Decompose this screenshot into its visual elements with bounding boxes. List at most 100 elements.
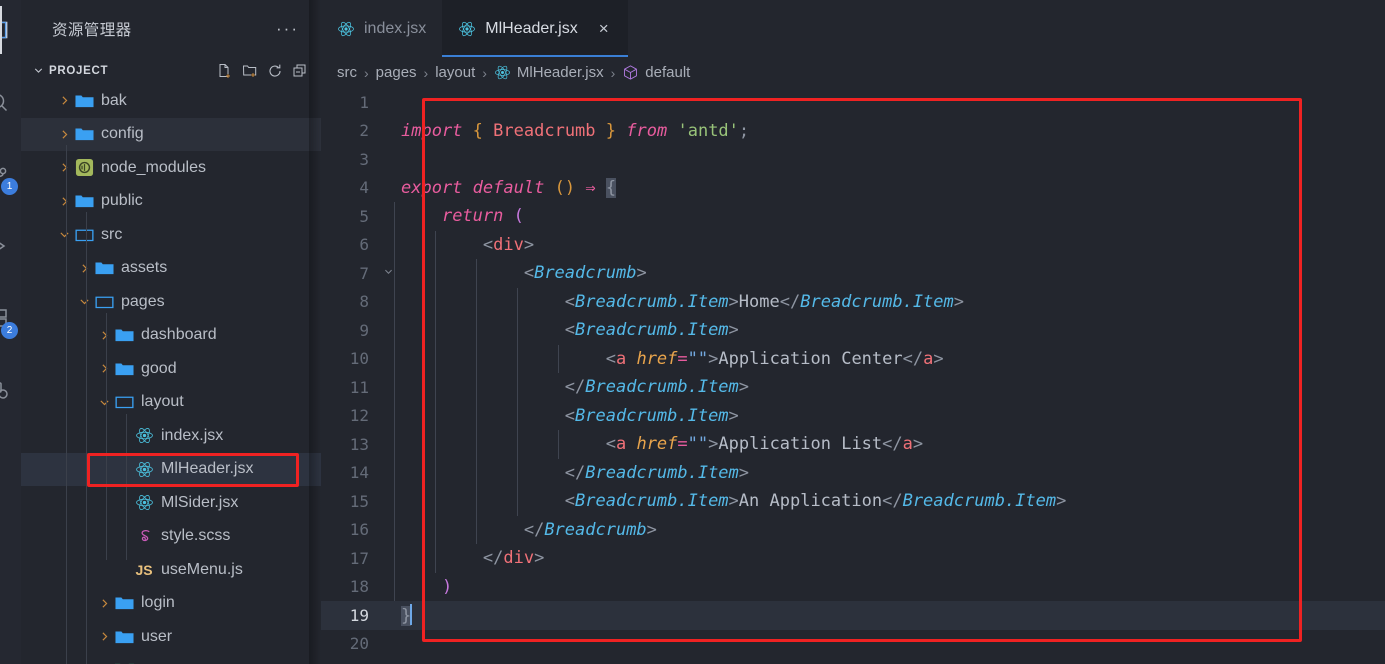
folder-icon xyxy=(73,124,95,144)
explorer-sidebar: 资源管理器 ··· PROJECT bak config node_module… xyxy=(21,0,321,664)
sidebar-more-actions-icon[interactable]: ··· xyxy=(276,20,303,37)
breadcrumb-separator-icon: › xyxy=(482,64,487,81)
code-line[interactable]: 9 <Breadcrumb.Item> xyxy=(321,316,1385,345)
tree-twisty-spacer xyxy=(116,495,133,511)
code-line[interactable]: 11 </Breadcrumb.Item> xyxy=(321,373,1385,402)
code-line[interactable]: 4 export default () ⇒ { xyxy=(321,174,1385,203)
code-indent-guide xyxy=(517,316,518,345)
code-line[interactable]: 13 <a href="">Application List</a> xyxy=(321,430,1385,459)
tree-item-label: assets xyxy=(121,259,168,277)
code-line[interactable]: 14 </Breadcrumb.Item> xyxy=(321,458,1385,487)
code-text: <div> xyxy=(397,235,1385,255)
code-token: > xyxy=(708,348,719,369)
code-token: = xyxy=(677,348,688,369)
code-text: </div> xyxy=(397,548,1385,568)
breadcrumb-segment-mlheader-jsx[interactable]: MlHeader.jsx xyxy=(494,64,604,82)
breadcrumb-segment-pages[interactable]: pages xyxy=(376,64,417,81)
editor-tabbar: index.jsx MlHeader.jsx × xyxy=(321,0,1385,57)
code-indent-guide xyxy=(394,572,395,601)
chevron-right-icon[interactable] xyxy=(96,595,113,611)
line-number: 15 xyxy=(349,491,369,511)
code-token: > xyxy=(646,519,657,540)
code-line[interactable]: 20 xyxy=(321,630,1385,659)
code-token: div xyxy=(503,548,535,569)
editor-tab-index-jsx[interactable]: index.jsx xyxy=(321,0,443,57)
folder-open-icon xyxy=(73,225,95,245)
code-text: import { Breadcrumb } from 'antd'; xyxy=(397,121,1385,141)
collapse-all-icon[interactable] xyxy=(292,63,308,79)
chevron-right-icon[interactable] xyxy=(96,629,113,645)
code-token: ( xyxy=(513,206,524,227)
code-indent-guide xyxy=(435,401,436,430)
code-line[interactable]: 16 </Breadcrumb> xyxy=(321,515,1385,544)
code-line[interactable]: 19} xyxy=(321,601,1385,630)
breadcrumb-label: default xyxy=(645,63,691,81)
code-token: Breadcrumb.Item xyxy=(902,491,1057,512)
code-line[interactable]: 3 xyxy=(321,145,1385,174)
code-line[interactable]: 17 </div> xyxy=(321,544,1385,573)
code-token: import xyxy=(401,120,463,141)
project-section-header[interactable]: PROJECT xyxy=(21,57,321,84)
tree-indent-guide xyxy=(126,414,127,560)
chevron-down-icon[interactable] xyxy=(96,394,113,410)
line-number: 5 xyxy=(359,206,369,226)
code-token: </ xyxy=(523,519,545,540)
code-line[interactable]: 10 <a href="">Application Center</a> xyxy=(321,344,1385,373)
chevron-down-icon[interactable] xyxy=(76,294,93,310)
chevron-right-icon[interactable] xyxy=(96,327,113,343)
chevron-right-icon[interactable] xyxy=(56,160,73,176)
code-indent-guide xyxy=(558,344,559,373)
code-token: Breadcrumb.Item xyxy=(575,291,729,312)
breadcrumb-segment-layout[interactable]: layout xyxy=(435,64,475,81)
code-line[interactable]: 18 ) xyxy=(321,572,1385,601)
new-folder-icon[interactable] xyxy=(242,63,258,79)
chevron-right-icon[interactable] xyxy=(96,361,113,377)
search-icon[interactable] xyxy=(0,78,21,126)
source-control-badge: 1 xyxy=(1,178,18,195)
explorer-icon[interactable] xyxy=(0,6,21,54)
code-line[interactable]: 8 <Breadcrumb.Item>Home</Breadcrumb.Item… xyxy=(321,287,1385,316)
refresh-icon[interactable] xyxy=(267,63,283,79)
breadcrumb-segment-src[interactable]: src xyxy=(337,64,357,81)
code-indent-guide xyxy=(435,373,436,402)
chevron-right-icon[interactable] xyxy=(56,193,73,209)
code-indent-guide xyxy=(476,259,477,288)
code-indent-guide xyxy=(435,230,436,259)
code-editor[interactable]: 1 2 import { Breadcrumb } from 'antd'; 3 4 ex… xyxy=(321,88,1385,664)
code-line[interactable]: 1 xyxy=(321,88,1385,117)
line-number: 10 xyxy=(349,349,369,369)
code-token: "" xyxy=(687,348,709,369)
close-icon[interactable]: × xyxy=(596,20,612,37)
remote-explorer-icon[interactable] xyxy=(0,366,21,414)
code-text: </Breadcrumb.Item> xyxy=(397,377,1385,397)
code-line[interactable]: 6 <div> xyxy=(321,230,1385,259)
new-file-icon[interactable] xyxy=(217,63,233,79)
code-line[interactable]: 2 import { Breadcrumb } from 'antd'; xyxy=(321,117,1385,146)
code-line[interactable]: 12 <Breadcrumb.Item> xyxy=(321,401,1385,430)
code-line[interactable]: 5 return ( xyxy=(321,202,1385,231)
chevron-right-icon[interactable] xyxy=(56,126,73,142)
file-tree[interactable]: bak config node_modules public src assets page… xyxy=(21,84,321,664)
breadcrumb-segment-default[interactable]: default xyxy=(622,64,690,82)
code-token: "" xyxy=(687,434,709,455)
code-token: ; xyxy=(738,120,750,141)
code-line[interactable]: 7 <Breadcrumb> xyxy=(321,259,1385,288)
run-debug-icon[interactable] xyxy=(0,222,21,270)
editor-tab-mlheader-jsx[interactable]: MlHeader.jsx × xyxy=(442,0,629,57)
code-line[interactable]: 15 <Breadcrumb.Item>An Application</Brea… xyxy=(321,487,1385,516)
chevron-right-icon[interactable] xyxy=(56,93,73,109)
code-indent-guide xyxy=(394,487,395,516)
tree-item-label: config xyxy=(101,125,144,143)
code-token: > xyxy=(728,291,739,312)
code-token: export xyxy=(401,177,463,198)
chevron-right-icon[interactable] xyxy=(76,260,93,276)
chevron-down-icon[interactable] xyxy=(56,227,73,243)
tree-item-bak[interactable]: bak xyxy=(21,84,321,118)
